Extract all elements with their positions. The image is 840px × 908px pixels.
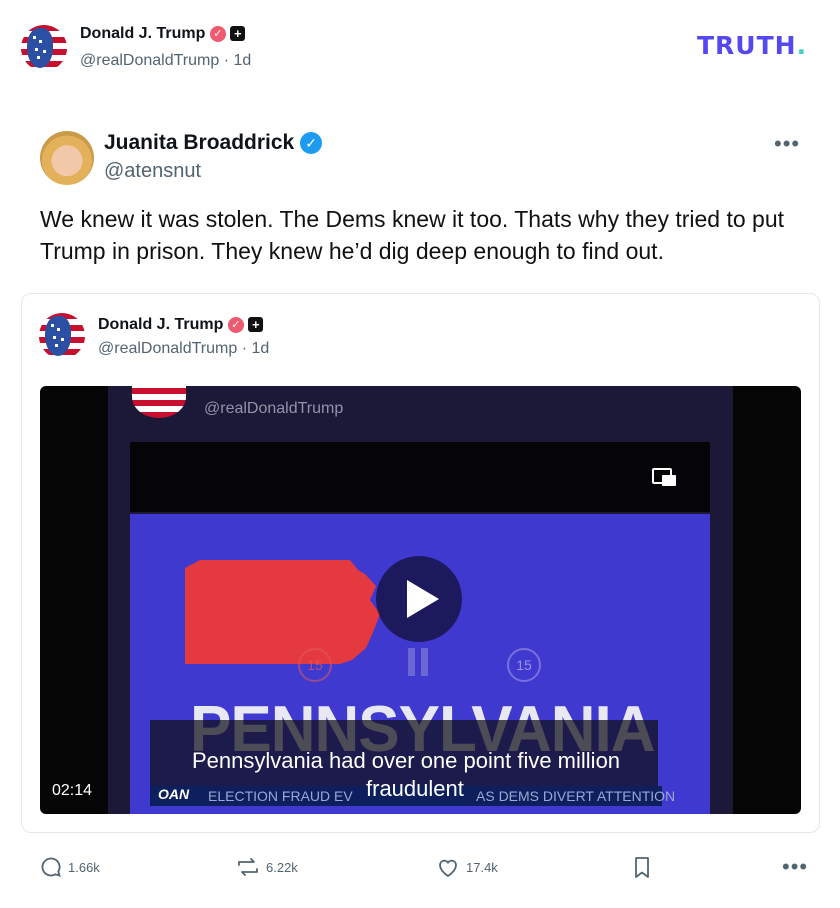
embedded-post-time[interactable]: · 1d [242, 340, 270, 357]
like-button[interactable]: 17.4k [436, 856, 498, 878]
like-count: 17.4k [466, 859, 498, 875]
quoted-user-handle: @atensnut [104, 160, 202, 182]
embedded-verified-badge-icon: ✓ [227, 316, 244, 333]
reply-icon [41, 857, 61, 877]
post-time[interactable]: · 1d [224, 52, 252, 69]
reply-count: 1.66k [68, 859, 100, 875]
author-name[interactable]: Donald J. Trump [80, 25, 205, 42]
bookmark-icon [635, 857, 649, 878]
repost-count: 6.22k [266, 859, 298, 875]
rewind-label: 15 [307, 657, 323, 673]
author-avatar[interactable] [21, 25, 67, 71]
video-inner-handle: @realDonaldTrump [204, 400, 344, 417]
news-channel-logo: OAN [158, 786, 190, 802]
author-handle[interactable]: @realDonaldTrump [80, 52, 219, 69]
forward-label: 15 [516, 657, 532, 673]
ticker-text-right: AS DEMS DIVERT ATTENTION [476, 788, 676, 804]
rewind-15-icon[interactable]: 15 [298, 648, 332, 682]
verified-check-icon: ✓ [300, 132, 323, 155]
bookmark-button[interactable] [632, 856, 652, 885]
embedded-author-meta: @realDonaldTrump · 1d [98, 340, 269, 358]
play-button[interactable] [376, 556, 462, 642]
forward-15-icon[interactable]: 15 [507, 648, 541, 682]
ticker-text-left: ELECTION FRAUD EV [208, 788, 353, 804]
video-duration: 02:14 [52, 782, 93, 799]
avatar-portrait [27, 28, 53, 68]
video-inner-topbar [130, 442, 710, 512]
repost-icon [238, 858, 258, 876]
video-player[interactable]: @realDonaldTrump 15 15 PENNSYLVANIA OAN … [40, 386, 801, 814]
heart-icon [439, 859, 457, 877]
author-name-row: Donald J. Trump ✓ + [80, 25, 246, 43]
embedded-author-name[interactable]: Donald J. Trump [98, 316, 223, 333]
quoted-user-name-row: Juanita Broaddrick ✓ [104, 131, 323, 155]
logo-dot: . [796, 31, 808, 60]
logo-text: TRUTH [697, 31, 797, 60]
embedded-author-avatar[interactable] [39, 313, 85, 359]
truth-social-logo[interactable]: TRUTH. [697, 31, 807, 60]
quoted-user-name: Juanita Broaddrick [104, 131, 295, 154]
quoted-more-icon: ••• [774, 131, 801, 156]
more-options-icon[interactable]: ••• [782, 854, 808, 880]
embedded-author-handle[interactable]: @realDonaldTrump [98, 340, 237, 357]
caption-line-1: Pennsylvania had over one point five mil… [192, 748, 621, 773]
pennsylvania-map-shape [185, 560, 380, 664]
quoted-post-text: We knew it was stolen. The Dems knew it … [40, 206, 785, 264]
embedded-avatar-portrait [45, 316, 71, 356]
embedded-plus-badge-icon: + [248, 317, 264, 333]
quoted-user-avatar [40, 131, 94, 185]
verified-badge-icon: ✓ [209, 25, 226, 42]
pause-icon [408, 648, 430, 676]
play-icon [407, 580, 439, 618]
author-meta: @realDonaldTrump · 1d [80, 52, 251, 70]
picture-in-picture-icon[interactable] [652, 468, 678, 488]
embedded-author-name-row: Donald J. Trump ✓ + [98, 316, 264, 334]
repost-button[interactable]: 6.22k [236, 856, 298, 878]
plus-badge-icon: + [230, 26, 246, 42]
reply-button[interactable]: 1.66k [40, 856, 100, 878]
caption-line-2: fraudulent [366, 776, 464, 801]
